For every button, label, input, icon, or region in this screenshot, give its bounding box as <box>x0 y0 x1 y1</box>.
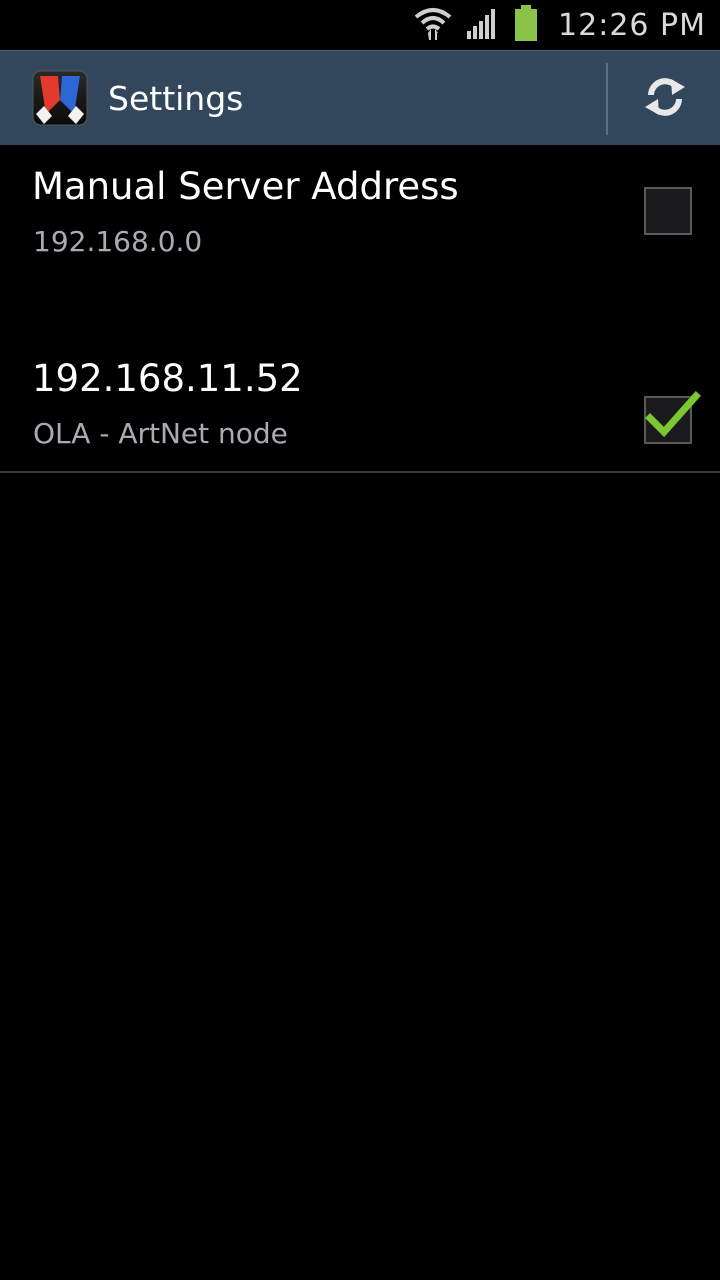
list-item-subtitle: OLA - ArtNet node <box>33 417 288 450</box>
status-time: 12:26 PM <box>558 7 706 43</box>
app-logo-icon[interactable] <box>32 70 88 126</box>
list-item-title: 192.168.11.52 <box>32 357 303 400</box>
signal-icon <box>466 7 500 43</box>
list-item-title: Manual Server Address <box>32 165 459 208</box>
status-bar: 12:26 PM <box>0 0 720 50</box>
page-title: Settings <box>108 79 244 118</box>
settings-list: Manual Server Address 192.168.0.0 192.16… <box>0 145 720 473</box>
list-item-artnet-node[interactable]: 192.168.11.52 OLA - ArtNet node <box>0 307 720 473</box>
checkmark-icon <box>642 384 702 448</box>
refresh-button[interactable] <box>610 51 720 146</box>
refresh-icon <box>641 73 689 125</box>
action-divider <box>606 63 608 135</box>
wifi-icon <box>414 5 452 45</box>
action-bar: Settings <box>0 50 720 145</box>
manual-server-checkbox[interactable] <box>644 187 692 235</box>
list-item-manual-server[interactable]: Manual Server Address 192.168.0.0 <box>0 145 720 307</box>
list-item-subtitle: 192.168.0.0 <box>33 225 203 258</box>
artnet-node-checkbox[interactable] <box>644 391 701 444</box>
status-icons: 12:26 PM <box>414 0 706 50</box>
battery-icon <box>514 5 538 45</box>
